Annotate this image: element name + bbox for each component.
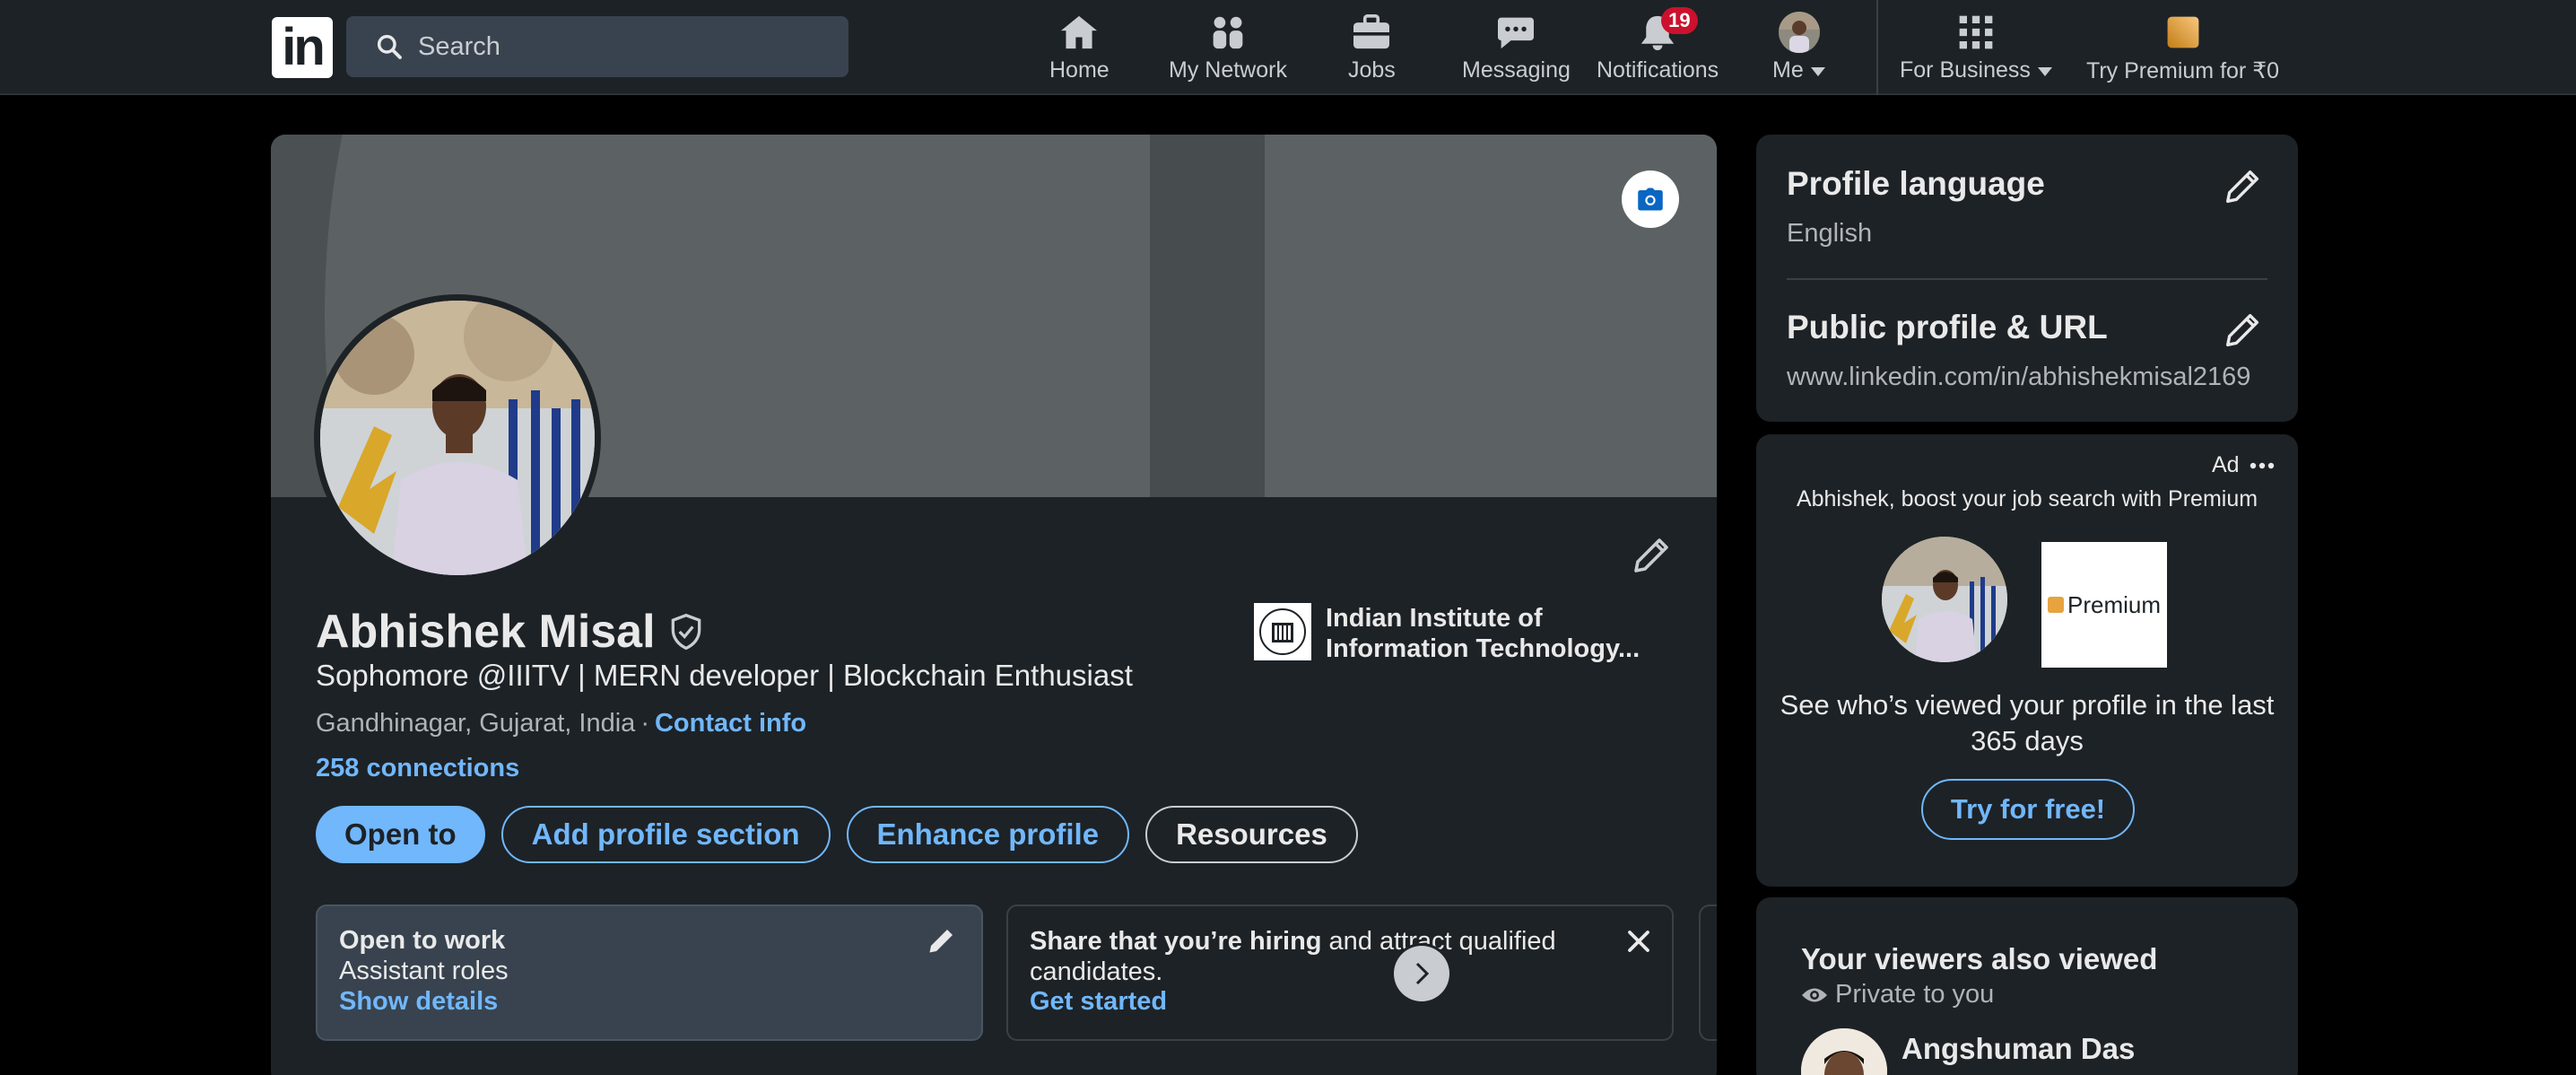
premium-ad-card: Ad Abhishek, boost your job search with … — [1756, 434, 2298, 887]
carousel-next-button[interactable] — [1394, 946, 1449, 1001]
nav-my-network-label: My Network — [1169, 57, 1287, 83]
open-to-work-roles: Assistant roles — [339, 957, 509, 985]
nav-notifications[interactable]: 19 Notifications — [1597, 7, 1719, 84]
more-options-icon[interactable] — [2246, 452, 2278, 479]
ad-user-avatar — [1882, 537, 2007, 662]
nav-for-business-label: For Business — [1900, 57, 2053, 83]
profile-headline: Sophomore @IIITV | MERN developer | Bloc… — [316, 659, 1133, 692]
private-to-you: Private to you — [1801, 980, 1994, 1009]
linkedin-logo[interactable]: in — [272, 17, 333, 78]
nav-home[interactable]: Home — [1049, 13, 1110, 84]
ad-copy: See who’s viewed your profile in the las… — [1780, 689, 2275, 756]
nav-me[interactable]: Me — [1772, 12, 1826, 84]
edit-banner-button[interactable] — [1622, 170, 1679, 228]
eye-icon — [1802, 988, 1827, 1001]
viewers-title: Your viewers also viewed — [1801, 942, 2158, 975]
connections-link[interactable]: 258 connections — [316, 754, 519, 783]
profile-language-value: English — [1787, 219, 1873, 248]
viewer-name[interactable]: Angshuman Das — [1902, 1032, 2135, 1066]
edit-url-pencil-icon[interactable] — [2223, 309, 2264, 350]
open-to-work-title: Open to work — [339, 926, 506, 955]
enhance-profile-button[interactable]: Enhance profile — [846, 806, 1130, 863]
briefcase-icon — [1353, 14, 1390, 49]
chevron-right-icon — [1415, 962, 1430, 985]
nav-messaging-label: Messaging — [1462, 57, 1571, 83]
notification-badge: 19 — [1661, 7, 1698, 34]
hiring-bold: Share that you’re hiring — [1030, 927, 1322, 956]
resources-button[interactable]: Resources — [1145, 806, 1358, 863]
ad-tagline: Abhishek, boost your job search with Pre… — [1796, 486, 2258, 511]
caret-down-icon — [2037, 67, 2052, 76]
home-icon — [1061, 15, 1098, 49]
nav-messaging[interactable]: Messaging — [1462, 13, 1571, 84]
nav-try-premium-label: Try Premium for ₹0 — [2086, 58, 2280, 83]
premium-logo-text: Premium — [2067, 590, 2161, 618]
public-profile-title: Public profile & URL — [1787, 309, 2108, 345]
profile-settings-card: Profile language English Public profile … — [1756, 135, 2298, 422]
hiring-text: Share that you’re hiring and attract qua… — [1030, 926, 1604, 987]
profile-card: Abhishek Misal Sophomore @IIITV | MERN d… — [271, 135, 1717, 1075]
viewers-also-viewed-card: Your viewers also viewed Private to you … — [1756, 897, 2298, 1075]
open-to-work-panel: Open to work Assistant roles Show detail… — [316, 905, 983, 1041]
nav-notifications-label: Notifications — [1597, 57, 1719, 83]
premium-mark-icon — [2047, 597, 2064, 613]
nav-home-label: Home — [1049, 57, 1110, 83]
nav-jobs[interactable]: Jobs — [1348, 13, 1396, 84]
profile-location: Gandhinagar, Gujarat, India — [316, 709, 636, 738]
divider — [1787, 278, 2267, 280]
add-profile-section-button[interactable]: Add profile section — [500, 806, 831, 863]
get-started-link[interactable]: Get started — [1030, 987, 1167, 1017]
nav-divider — [1876, 0, 1878, 95]
try-for-free-button[interactable]: Try for free! — [1921, 779, 2135, 840]
camera-icon — [1638, 188, 1663, 211]
premium-logo: Premium — [2041, 542, 2167, 668]
public-profile-url[interactable]: www.linkedin.com/in/abhishekmisal2169 — [1787, 363, 2250, 392]
search-input[interactable] — [418, 31, 831, 62]
premium-icon — [2167, 16, 2198, 48]
edit-intro-pencil-icon[interactable] — [1631, 533, 1674, 576]
viewer-avatar[interactable] — [1801, 1028, 1887, 1075]
caret-down-icon — [1810, 67, 1825, 76]
grid-icon — [1960, 15, 1993, 49]
profile-language-title: Profile language — [1787, 165, 2045, 202]
top-nav: in Home My Network Jobs Messaging 19 Not… — [0, 0, 2576, 95]
contact-info-link[interactable]: Contact info — [655, 709, 806, 738]
private-to-you-label: Private to you — [1835, 980, 1995, 1009]
nav-me-label: Me — [1772, 57, 1826, 83]
profile-action-buttons: Open to Add profile section Enhance prof… — [316, 806, 1358, 863]
chat-icon — [1498, 17, 1535, 49]
location-separator: · — [640, 709, 649, 738]
nav-try-premium[interactable]: Try Premium for ₹0 — [2086, 13, 2279, 84]
verified-shield-icon[interactable] — [666, 612, 706, 651]
edit-language-pencil-icon[interactable] — [2223, 165, 2264, 206]
education-logo — [1254, 603, 1311, 660]
open-to-button[interactable]: Open to — [316, 806, 485, 863]
close-icon[interactable] — [1625, 928, 1652, 955]
network-icon — [1213, 16, 1243, 49]
nav-jobs-label: Jobs — [1348, 57, 1396, 83]
search-icon — [377, 34, 402, 59]
hiring-panel: Share that you’re hiring and attract qua… — [1006, 905, 1674, 1041]
nav-for-business[interactable]: For Business — [1900, 13, 2053, 84]
profile-name-row: Abhishek Misal — [316, 605, 706, 659]
edit-pencil-icon[interactable] — [926, 924, 958, 957]
profile-location-row: Gandhinagar, Gujarat, India · Contact info — [316, 709, 806, 739]
ad-label: Ad — [2212, 452, 2240, 477]
education-name: Indian Institute of Information Technolo… — [1326, 604, 1640, 663]
profile-name: Abhishek Misal — [316, 606, 656, 658]
nav-my-network[interactable]: My Network — [1169, 13, 1287, 84]
education-entry[interactable]: Indian Institute of Information Technolo… — [1254, 603, 1667, 664]
me-avatar — [1778, 12, 1820, 53]
search-bar[interactable] — [346, 16, 849, 77]
profile-photo[interactable] — [314, 294, 601, 581]
next-panel-peek — [1699, 905, 1717, 1041]
show-details-link[interactable]: Show details — [339, 987, 498, 1017]
